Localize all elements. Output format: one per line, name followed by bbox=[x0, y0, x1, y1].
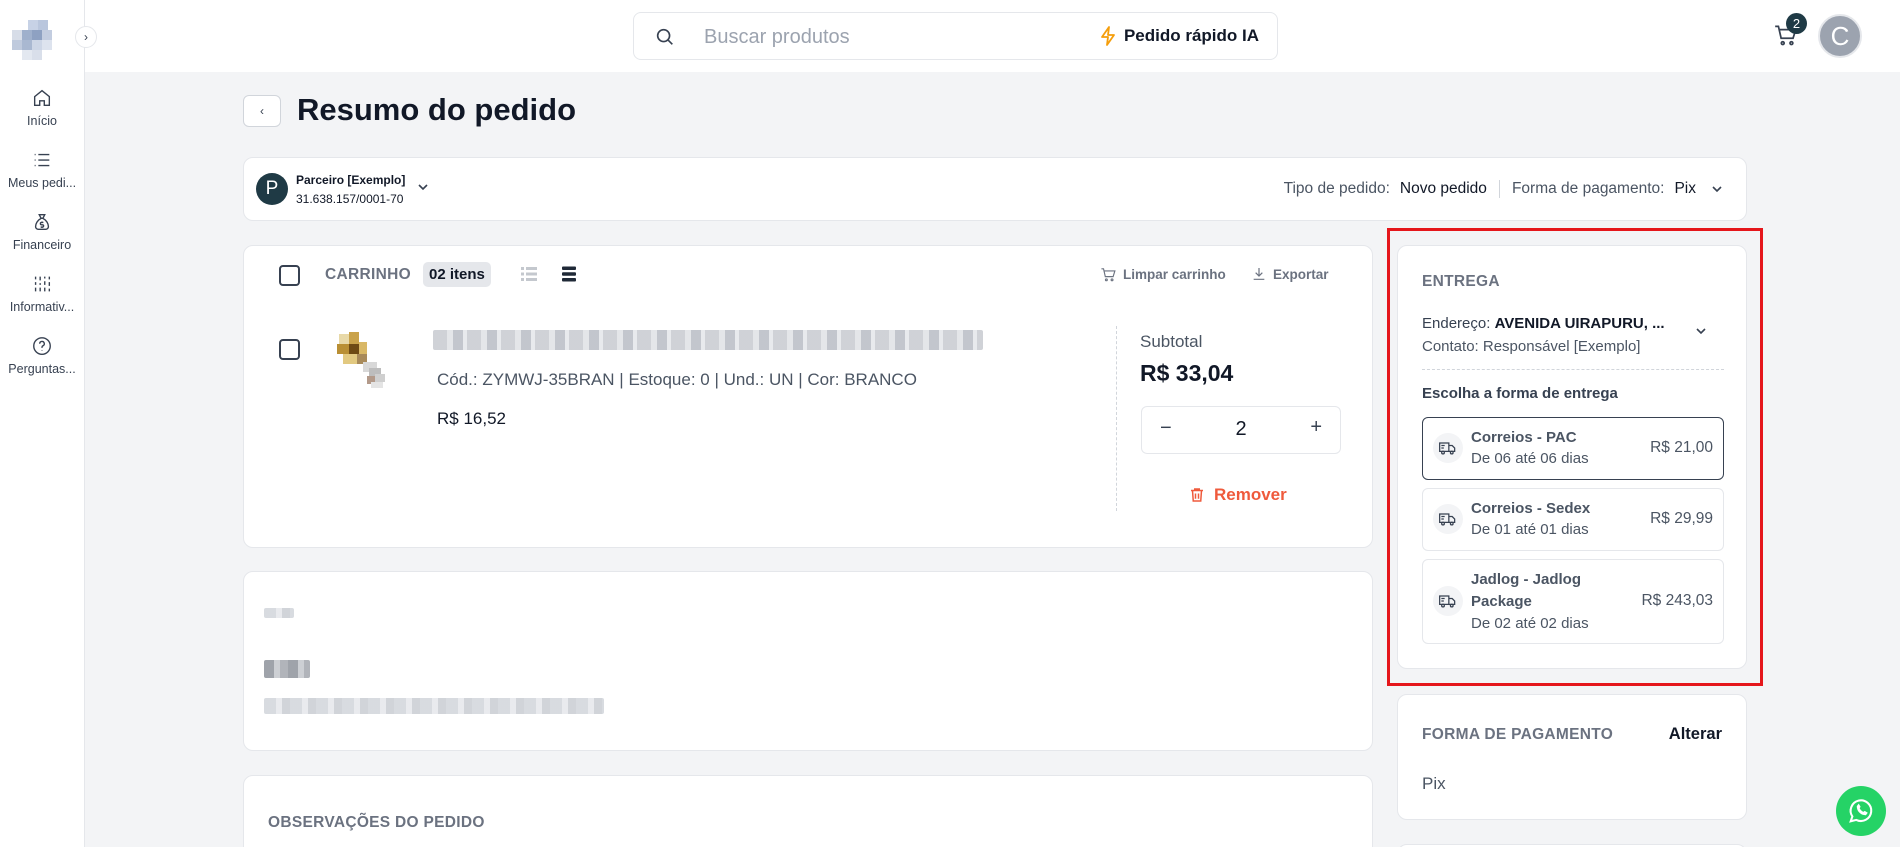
divider bbox=[1116, 326, 1117, 511]
sidebar-toggle-button[interactable]: › bbox=[75, 26, 97, 48]
download-icon bbox=[1253, 268, 1265, 280]
partner-dropdown-chevron-icon[interactable] bbox=[416, 180, 430, 194]
page-title: Resumo do pedido bbox=[297, 92, 576, 127]
redacted-title bbox=[264, 660, 310, 678]
list-view-icon[interactable] bbox=[520, 265, 538, 283]
product-unit-price: R$ 16,52 bbox=[437, 409, 506, 428]
order-type-label: Tipo de pedido: bbox=[1283, 180, 1390, 197]
payment-dropdown-chevron-icon[interactable] bbox=[1710, 182, 1724, 196]
partner-avatar: P bbox=[256, 173, 288, 205]
export-button[interactable]: Exportar bbox=[1251, 266, 1329, 282]
product-checkbox[interactable] bbox=[279, 339, 300, 360]
divider bbox=[1498, 180, 1500, 198]
remove-label: Remover bbox=[1214, 485, 1287, 504]
redacted-label bbox=[264, 608, 294, 618]
items-count-badge: 02 itens bbox=[423, 262, 491, 287]
subtotal-value: R$ 33,04 bbox=[1140, 360, 1234, 386]
partner-bar: P Parceiro [Exemplo] 31.638.157/0001-70 … bbox=[243, 157, 1747, 221]
quick-order-button[interactable]: Pedido rápido IA bbox=[1100, 26, 1259, 46]
home-icon bbox=[33, 89, 51, 107]
order-meta: Tipo de pedido: Novo pedido Forma de pag… bbox=[1284, 180, 1724, 198]
sidebar-item-label: Perguntas... bbox=[8, 362, 76, 376]
whatsapp-icon bbox=[1849, 799, 1873, 823]
clear-cart-button[interactable]: Limpar carrinho bbox=[1100, 266, 1226, 283]
partner-document: 31.638.157/0001-70 bbox=[296, 192, 404, 206]
info-panel bbox=[243, 571, 1373, 751]
remove-button[interactable]: Remover bbox=[1188, 485, 1287, 505]
sidebar-item-label: Informativ... bbox=[9, 300, 75, 314]
sidebar-item-perguntas[interactable]: Perguntas... bbox=[0, 335, 84, 376]
sidebar: Início Meus pedi... Financeiro Informati… bbox=[0, 0, 85, 847]
list-icon bbox=[34, 153, 50, 167]
product-meta: Cód.: ZYMWJ-35BRAN | Estoque: 0 | Und.: … bbox=[437, 370, 917, 389]
payment-method-value[interactable]: Pix bbox=[1674, 180, 1696, 198]
whatsapp-button[interactable] bbox=[1836, 786, 1886, 836]
product-name[interactable] bbox=[433, 330, 983, 350]
info-bars-icon bbox=[34, 276, 51, 292]
user-avatar[interactable]: C bbox=[1818, 14, 1862, 58]
top-bar: Buscar produtos Pedido rápido IA 2 C bbox=[85, 0, 1900, 72]
sidebar-item-label: Financeiro bbox=[12, 238, 72, 252]
lightning-icon bbox=[1101, 26, 1115, 46]
money-bag-icon bbox=[34, 213, 50, 231]
sidebar-item-label: Meus pedi... bbox=[7, 176, 77, 190]
observations-panel: OBSERVAÇÕES DO PEDIDO bbox=[243, 775, 1373, 847]
observations-title: OBSERVAÇÕES DO PEDIDO bbox=[268, 814, 485, 831]
cart-panel: CARRINHO 02 itens Limpar carrinho Export… bbox=[243, 245, 1373, 548]
compact-view-icon[interactable] bbox=[560, 265, 578, 283]
quantity-stepper: 2 − + bbox=[1141, 406, 1341, 454]
question-icon bbox=[33, 337, 51, 355]
sidebar-item-financeiro[interactable]: Financeiro bbox=[0, 211, 84, 252]
sidebar-item-label: Início bbox=[27, 114, 57, 128]
trash-icon bbox=[1191, 488, 1203, 502]
cart-label: CARRINHO bbox=[325, 266, 411, 283]
quick-order-label: Pedido rápido IA bbox=[1123, 26, 1259, 45]
sidebar-item-informativos[interactable]: Informativ... bbox=[0, 273, 84, 314]
select-all-checkbox[interactable] bbox=[279, 265, 300, 286]
payment-panel: FORMA DE PAGAMENTO Alterar Pix bbox=[1397, 694, 1747, 820]
search-bar[interactable]: Buscar produtos Pedido rápido IA bbox=[633, 12, 1278, 60]
cart-count-badge: 2 bbox=[1786, 13, 1807, 34]
app-logo[interactable] bbox=[12, 20, 54, 60]
export-label: Exportar bbox=[1273, 266, 1329, 282]
change-payment-button[interactable]: Alterar bbox=[1669, 725, 1722, 744]
back-button[interactable]: ‹ bbox=[243, 95, 281, 127]
increment-button[interactable]: + bbox=[1310, 416, 1322, 439]
payment-title: FORMA DE PAGAMENTO bbox=[1422, 726, 1614, 743]
payment-value: Pix bbox=[1422, 774, 1446, 793]
chevron-left-icon: ‹ bbox=[260, 104, 264, 118]
sidebar-item-inicio[interactable]: Início bbox=[0, 87, 84, 128]
clear-cart-label: Limpar carrinho bbox=[1123, 267, 1226, 282]
partner-name: Parceiro [Exemplo] bbox=[296, 173, 406, 187]
cart-clear-icon bbox=[1101, 268, 1116, 282]
search-input[interactable]: Buscar produtos bbox=[704, 26, 850, 49]
chevron-right-icon: › bbox=[84, 30, 88, 44]
sidebar-item-meus-pedidos[interactable]: Meus pedi... bbox=[0, 149, 84, 190]
highlight-box bbox=[1387, 228, 1763, 686]
subtotal-label: Subtotal bbox=[1140, 332, 1203, 351]
decrement-button[interactable]: − bbox=[1160, 417, 1172, 440]
search-icon bbox=[656, 28, 673, 45]
order-type-value: Novo pedido bbox=[1399, 180, 1487, 197]
payment-method-label: Forma de pagamento: bbox=[1511, 180, 1665, 197]
product-image[interactable] bbox=[329, 324, 409, 404]
redacted-text bbox=[264, 698, 604, 714]
